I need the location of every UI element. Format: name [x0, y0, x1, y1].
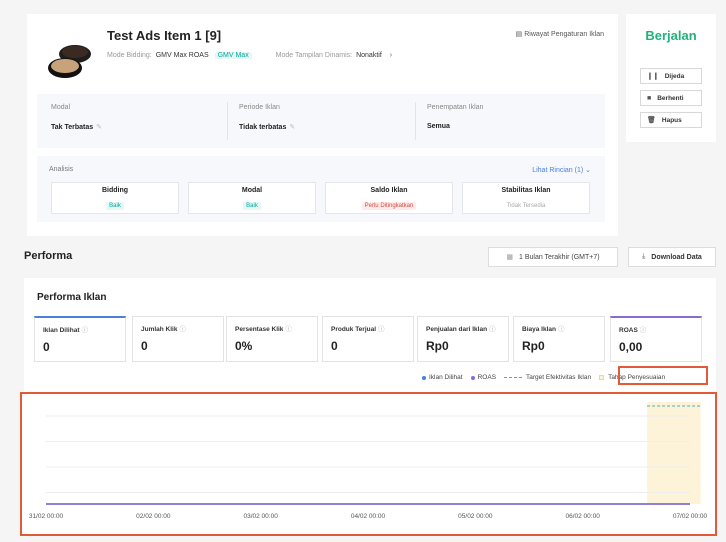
ad-info-box: Modal Tak Terbatas ✎ Periode Iklan Tidak … — [37, 94, 605, 148]
pause-button[interactable]: ❙❙ Dijeda — [640, 68, 702, 84]
help-icon: ⓘ — [285, 326, 292, 333]
calendar-icon: ▦ — [506, 254, 513, 261]
edit-pencil-icon[interactable]: ✎ — [96, 124, 102, 131]
date-range-picker[interactable]: ▦ 1 Bulan Terakhir (GMT+7) — [488, 247, 618, 267]
legend-roas[interactable]: ROAS — [470, 374, 496, 381]
kpi-ctr[interactable]: Persentase Klik ⓘ 0% — [226, 316, 318, 362]
kpi-clicks[interactable]: Jumlah Klik ⓘ 0 — [132, 316, 224, 362]
adjustment-phase-band — [647, 402, 701, 504]
stop-icon: ■ — [647, 94, 652, 102]
analysis-box: Analisis Lihat Rincian (1) ⌄ Bidding Bai… — [37, 156, 605, 222]
x-tick-label: 06/02 00:00 — [565, 513, 600, 520]
help-icon: ⓘ — [557, 326, 565, 333]
help-icon: ⓘ — [378, 326, 385, 333]
info-placement: Penempatan Iklan Semua — [427, 104, 484, 130]
performance-subtitle: Performa Iklan — [37, 292, 107, 303]
chart-svg: 31/02 00:00 02/02 00:00 03/02 00:00 04/02 0… — [29, 402, 708, 520]
analysis-label: Analisis — [49, 166, 74, 173]
view-details-link[interactable]: Lihat Rincian (1) ⌄ — [532, 166, 591, 174]
edit-pencil-icon[interactable]: ✎ — [289, 124, 295, 131]
x-tick-label: 05/02 00:00 — [458, 513, 493, 520]
x-tick-label: 02/02 00:00 — [136, 513, 171, 520]
download-icon: ⤓ — [642, 253, 646, 260]
help-icon: ⓘ — [639, 327, 647, 334]
settings-history-link[interactable]: ▤ Riwayat Pengaturan Iklan — [516, 30, 604, 38]
kpi-ad-cost[interactable]: Biaya Iklan ⓘ Rp0 — [513, 316, 605, 362]
chevron-down-icon: ⌄ — [585, 167, 591, 174]
product-thumbnail — [48, 45, 91, 78]
analysis-metric-stability: Stabilitas Iklan Tidak Tersedia — [462, 182, 590, 214]
gmv-max-tag: GMV Max — [214, 52, 252, 59]
x-tick-label: 31/02 00:00 — [29, 513, 64, 520]
ad-status-title: Berjalan — [645, 28, 697, 43]
stop-button[interactable]: ■ Berhenti — [640, 90, 702, 106]
ad-summary-card: Test Ads Item 1 [9] Mode Bidding: GMV Ma… — [27, 14, 618, 236]
delete-button[interactable]: 🗑 Hapus — [640, 112, 702, 128]
kpi-impressions[interactable]: Iklan Dilihat ⓘ 0 — [34, 316, 126, 362]
analysis-metric-balance: Saldo Iklan Perlu Ditingkatkan — [325, 182, 453, 214]
info-period: Periode Iklan Tidak terbatas ✎ — [239, 104, 296, 131]
status-badge: Perlu Ditingkatkan — [361, 202, 417, 210]
trash-icon: 🗑 — [647, 117, 656, 124]
analysis-metric-bidding: Bidding Baik — [51, 182, 179, 214]
history-icon: ▤ — [515, 31, 523, 38]
help-icon: ⓘ — [179, 326, 186, 333]
x-tick-label: 04/02 00:00 — [351, 513, 386, 520]
performance-chart: 31/02 00:00 02/02 00:00 03/02 00:00 04/02 0… — [20, 392, 717, 536]
ad-title: Test Ads Item 1 [9] — [107, 28, 222, 43]
ad-meta-row: Mode Bidding: GMV Max ROAS GMV Max Mode … — [107, 52, 392, 59]
annotation-highlight-legend — [618, 366, 708, 385]
kpi-roas[interactable]: ROAS ⓘ 0,00 — [610, 316, 702, 362]
legend-impressions[interactable]: Iklan Dilihat — [422, 374, 463, 381]
bidding-mode-label: Mode Bidding: — [107, 52, 152, 59]
x-tick-label: 07/02 00:00 — [673, 513, 708, 520]
status-badge: Tidak Tersedia — [506, 203, 546, 209]
help-icon: ⓘ — [81, 327, 88, 334]
download-data-button[interactable]: ⤓ Download Data — [628, 247, 716, 267]
bidding-mode-value: GMV Max ROAS — [155, 52, 209, 59]
kpi-ad-sales[interactable]: Penjualan dari Iklan ⓘ Rp0 — [417, 316, 509, 362]
x-tick-label: 03/02 00:00 — [243, 513, 278, 520]
help-icon: ⓘ — [489, 326, 496, 333]
performance-section-title: Performa — [24, 250, 73, 262]
chevron-right-icon[interactable]: › — [390, 52, 392, 59]
info-budget: Modal Tak Terbatas ✎ — [51, 104, 103, 131]
status-badge: Baik — [106, 202, 124, 210]
legend-target[interactable]: Target Efektivitas Iklan — [504, 374, 591, 381]
pause-icon: ❙❙ — [647, 73, 659, 80]
ad-status-card: Berjalan ❙❙ Dijeda ■ Berhenti 🗑 Hapus — [626, 14, 716, 142]
analysis-metric-budget: Modal Baik — [188, 182, 316, 214]
dynamic-mode-label: Mode Tampilan Dinamis: — [275, 52, 353, 59]
status-badge: Baik — [243, 202, 261, 210]
dynamic-mode-value[interactable]: Nonaktif — [356, 52, 382, 59]
kpi-products-sold[interactable]: Produk Terjual ⓘ 0 — [322, 316, 414, 362]
